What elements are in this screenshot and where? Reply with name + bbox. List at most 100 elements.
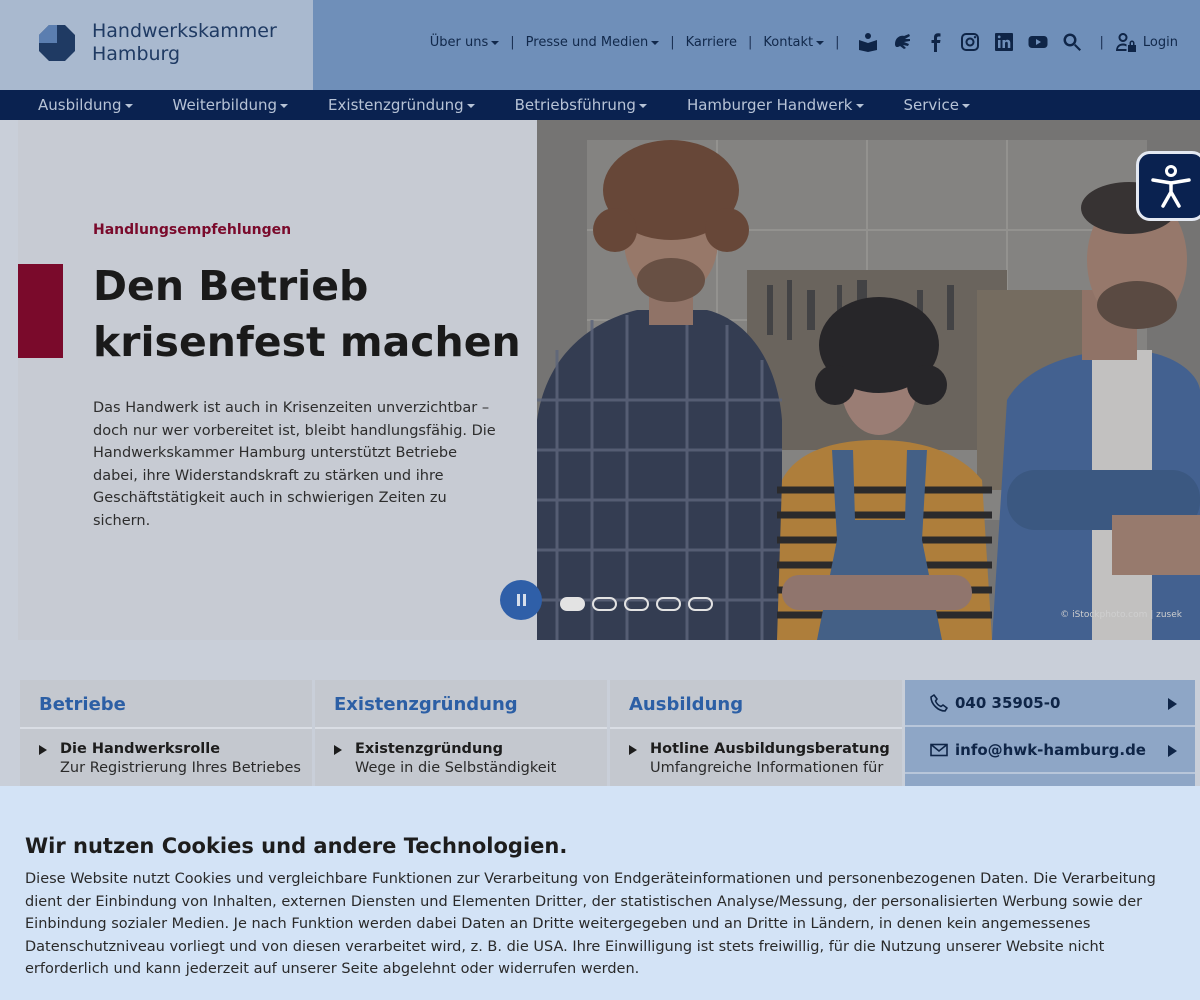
mainnav-item-betriebsfuehrung[interactable]: Betriebsführung <box>515 96 647 114</box>
card-title[interactable]: Existenzgründung <box>315 680 607 729</box>
triangle-right-icon <box>39 745 47 755</box>
meta-nav-label: Kontakt <box>763 34 814 50</box>
hero-headline-line1: Den Betrieb <box>93 262 369 310</box>
mainnav-label: Ausbildung <box>38 96 122 114</box>
meta-nav-presse[interactable]: Presse und Medien <box>526 35 660 50</box>
caret-down-icon <box>491 41 500 45</box>
triangle-right-icon <box>629 745 637 755</box>
card-betriebe: Betriebe Die Handwerksrolle Zur Registri… <box>20 680 312 800</box>
facebook-icon[interactable] <box>925 31 947 53</box>
card-entry-title: Hotline Ausbildungsberatung <box>650 741 890 757</box>
card-title[interactable]: Ausbildung <box>610 680 902 729</box>
card-entry-title: Existenzgründung <box>355 741 503 757</box>
slider-dot-2[interactable] <box>592 597 617 611</box>
pause-icon-bar <box>516 594 520 606</box>
card-entry[interactable]: Die Handwerksrolle Zur Registrierung Ihr… <box>20 729 312 776</box>
mainnav-label: Betriebsführung <box>514 96 636 114</box>
hero-headline[interactable]: Den Betrieb krisenfest machen <box>93 258 523 370</box>
separator: | <box>835 34 840 50</box>
slider-dot-1[interactable] <box>560 597 585 611</box>
mainnav-item-service[interactable]: Service <box>904 96 970 114</box>
meta-nav-label: Über uns <box>429 34 489 50</box>
hero-text-panel <box>18 120 537 640</box>
brand-name-line1: Handwerkskammer <box>92 20 277 42</box>
contact-phone-link[interactable]: 040 35905-0 <box>905 680 1195 727</box>
mainnav-label: Service <box>903 96 959 114</box>
workshop-photo <box>537 120 1200 640</box>
slider-pause-button[interactable] <box>500 580 542 620</box>
caret-down-icon <box>124 104 133 108</box>
card-entry-subtitle: Wege in die Selbständigkeit <box>355 760 557 776</box>
caret-down-icon <box>816 41 825 45</box>
meta-nav-kontakt[interactable]: Kontakt <box>763 34 825 50</box>
caret-down-icon <box>466 104 475 108</box>
card-entry[interactable]: Existenzgründung Wege in die Selbständig… <box>315 729 607 776</box>
slider-pagination <box>560 597 720 611</box>
slider-dot-5[interactable] <box>688 597 713 611</box>
mail-icon <box>930 743 948 756</box>
sign-language-icon[interactable] <box>891 31 913 53</box>
separator: | <box>670 34 675 50</box>
contact-phone: 040 35905-0 <box>955 693 1061 712</box>
phone-icon <box>930 693 948 712</box>
user-lock-icon <box>1115 33 1136 52</box>
mainnav-item-weiterbildung[interactable]: Weiterbildung <box>173 96 289 114</box>
hero-image: © iStockphoto.com | zusek <box>537 120 1200 640</box>
mainnav-item-existenzgruendung[interactable]: Existenzgründung <box>328 96 475 114</box>
contact-email: info@hwk-hamburg.de <box>955 740 1146 759</box>
easy-language-icon[interactable] <box>857 31 879 53</box>
separator: | <box>510 34 515 50</box>
contact-box: 040 35905-0 info@hwk-hamburg.de <box>905 680 1195 800</box>
mainnav-label: Hamburger Handwerk <box>686 96 853 114</box>
cookie-title: Wir nutzen Cookies und andere Technologi… <box>25 834 568 858</box>
mainnav-item-ausbildung[interactable]: Ausbildung <box>38 96 133 114</box>
accessibility-icon <box>1151 165 1191 208</box>
mainnav-label: Weiterbildung <box>172 96 278 114</box>
cookie-text: Diese Website nutzt Cookies und vergleic… <box>25 871 1156 977</box>
linkedin-icon[interactable] <box>993 31 1015 53</box>
mainnav-item-hamburger-handwerk[interactable]: Hamburger Handwerk <box>687 96 864 114</box>
hero-lead: Das Handwerk ist auch in Krisenzeiten un… <box>93 400 496 529</box>
header: Handwerkskammer Hamburg Über uns | Press… <box>0 0 1200 90</box>
cookie-banner: Wir nutzen Cookies und andere Technologi… <box>0 786 1200 1000</box>
card-title[interactable]: Betriebe <box>20 680 312 729</box>
card-ausbildung: Ausbildung Hotline Ausbildungsberatung U… <box>610 680 902 800</box>
caret-down-icon <box>855 104 864 108</box>
card-entry[interactable]: Hotline Ausbildungsberatung Umfangreiche… <box>610 729 902 776</box>
separator: | <box>747 34 753 50</box>
meta-nav-ueber-uns[interactable]: Über uns <box>430 35 500 50</box>
search-icon[interactable] <box>1061 31 1083 53</box>
separator: | <box>1099 34 1104 50</box>
slider-dot-4[interactable] <box>656 597 681 611</box>
triangle-right-icon <box>1168 698 1177 710</box>
caret-down-icon <box>280 104 289 108</box>
triangle-right-icon <box>1168 745 1177 757</box>
logo-icon <box>39 25 75 61</box>
hero-accent-bar <box>18 264 63 358</box>
hero-headline-line2: krisenfest machen <box>93 318 521 366</box>
card-existenzgruendung: Existenzgründung Existenzgründung Wege i… <box>315 680 607 800</box>
card-entry-subtitle: Zur Registrierung Ihres Betriebes <box>60 760 301 776</box>
meta-nav-karriere[interactable]: Karriere <box>686 35 737 50</box>
slider-dot-3[interactable] <box>624 597 649 611</box>
login-label: Login <box>1142 34 1178 50</box>
caret-down-icon <box>638 104 647 108</box>
brand-name-line2: Hamburg <box>92 43 181 65</box>
card-entry-subtitle: Umfangreiche Informationen für <box>650 760 884 776</box>
mainnav-label: Existenzgründung <box>328 96 464 114</box>
meta-nav-label: Presse und Medien <box>525 34 649 50</box>
login-button[interactable]: Login <box>1115 31 1178 53</box>
hero-kicker: Handlungsempfehlungen <box>93 222 292 238</box>
accessibility-button[interactable] <box>1136 151 1200 221</box>
caret-down-icon <box>651 41 660 45</box>
contact-email-link[interactable]: info@hwk-hamburg.de <box>905 727 1195 774</box>
main-navigation: Ausbildung Weiterbildung Existenzgründun… <box>0 90 1200 120</box>
logo-area[interactable]: Handwerkskammer Hamburg <box>0 0 313 90</box>
youtube-icon[interactable] <box>1027 31 1049 53</box>
image-credit: © iStockphoto.com | zusek <box>1060 610 1182 620</box>
pause-icon-bar <box>522 594 526 606</box>
card-entry-title: Die Handwerksrolle <box>60 741 221 757</box>
triangle-right-icon <box>334 745 342 755</box>
instagram-icon[interactable] <box>959 31 981 53</box>
caret-down-icon <box>961 104 970 108</box>
